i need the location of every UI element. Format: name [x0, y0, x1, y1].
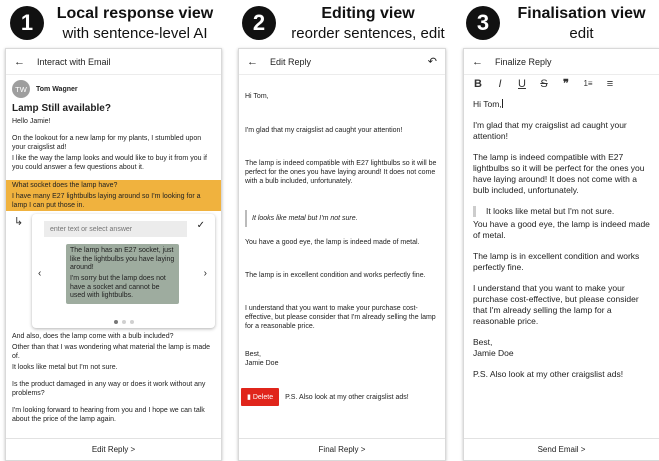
text-caret [501, 99, 503, 108]
reply-sentence[interactable]: P.S. Also look at my other craigslist ad… [285, 393, 409, 402]
email-sentence[interactable]: On the lookout for a new lamp for my pla… [12, 134, 215, 152]
sender-name: Tom Wagner [36, 85, 78, 93]
finalise-panel: ← Finalize Reply B I U S ❞ 1≡ ≡ Hi Tom, … [463, 48, 659, 461]
screen-title: Edit Reply [270, 56, 312, 67]
editor-signoff: Best, [473, 337, 493, 347]
email-body: TW Tom Wagner Lamp Still available? Hell… [6, 75, 221, 438]
back-arrow-icon[interactable]: ← [472, 56, 483, 68]
email-sentence[interactable]: And also, does the lamp come with a bulb… [12, 332, 215, 341]
suggested-answer[interactable]: The lamp has an E27 socket, just like th… [66, 244, 179, 276]
email-sentence[interactable]: Other than that I was wondering what mat… [12, 343, 215, 361]
step-title: Finalisation view [517, 5, 646, 22]
selected-sentence[interactable]: What socket does the lamp have? [6, 180, 221, 191]
carousel-dots [32, 320, 215, 324]
undo-icon[interactable]: ↶ [428, 55, 437, 68]
step-subtitle: reorder sentences, edit [291, 25, 445, 42]
step-1-header: 1 Local response view with sentence-leve… [10, 2, 225, 48]
reply-editor[interactable]: Hi Tom, I'm glad that my craigslist ad c… [464, 99, 659, 438]
reply-sentence[interactable]: You have a good eye, the lamp is indeed … [245, 238, 439, 247]
answer-widget: ↳ ✓ ‹ › The lamp has an E27 socket, just… [12, 214, 215, 328]
reply-sentence[interactable]: Best, [245, 350, 439, 359]
reply-sentences: Hi Tom, I'm glad that my craigslist ad c… [239, 75, 445, 438]
answer-card: ✓ ‹ › The lamp has an E27 socket, just l… [32, 214, 215, 328]
reply-sentence[interactable]: Jamie Doe [245, 359, 439, 368]
email-sentence[interactable]: I like the way the lamp looks and would … [12, 154, 215, 172]
quote-icon[interactable]: ❞ [560, 77, 572, 90]
step-number-badge: 2 [242, 6, 276, 40]
italic-icon[interactable]: I [494, 78, 506, 90]
editor-paragraph: P.S. Also look at my other craigslist ad… [473, 369, 624, 379]
delete-label: Delete [252, 393, 274, 401]
step-title: Editing view [321, 5, 415, 22]
editor-signature: Jamie Doe [473, 348, 514, 358]
reply-sentence[interactable]: I'm glad that my craigslist ad caught yo… [245, 126, 439, 135]
selected-sentence[interactable]: I have many E27 lightbulbs laying around… [6, 191, 221, 211]
carousel-dot[interactable] [121, 320, 126, 324]
step-number-badge: 1 [10, 6, 44, 40]
sender-row: TW Tom Wagner [12, 77, 215, 101]
reply-sentence[interactable]: The lamp is indeed compatible with E27 l… [245, 159, 439, 186]
email-sentence[interactable]: I'm looking forward to hearing from you … [12, 406, 215, 424]
back-arrow-icon[interactable]: ← [14, 56, 25, 68]
reply-sentence[interactable]: Hi Tom, [245, 92, 439, 101]
editor-paragraph: I understand that you want to make your … [473, 283, 639, 326]
strikethrough-icon[interactable]: S [538, 78, 550, 90]
bold-icon[interactable]: B [472, 78, 484, 90]
answer-input[interactable] [44, 221, 187, 237]
formatting-toolbar: B I U S ❞ 1≡ ≡ [472, 77, 616, 91]
final-reply-button[interactable]: Final Reply > [239, 438, 445, 460]
email-sentence[interactable]: It looks like metal but I'm not sure. [12, 363, 215, 372]
app-bar: ← Finalize Reply [464, 49, 659, 75]
editor-paragraph: I'm glad that my craigslist ad caught yo… [473, 120, 627, 141]
step-subtitle: edit [569, 25, 594, 42]
swipe-delete-row: ▮ Delete P.S. Also look at my other crai… [241, 388, 439, 406]
reply-sentence[interactable]: I understand that you want to make your … [245, 304, 439, 331]
edit-reply-button[interactable]: Edit Reply > [6, 438, 221, 460]
editor-greeting: Hi Tom, [473, 99, 503, 109]
chevron-right-icon[interactable]: › [204, 269, 207, 279]
suggested-answer[interactable]: I'm sorry but the lamp does not have a s… [66, 272, 179, 304]
reply-sentence[interactable]: The lamp is in excellent condition and w… [245, 271, 439, 280]
local-response-panel: ← Interact with Email TW Tom Wagner Lamp… [5, 48, 222, 461]
editing-panel: ← Edit Reply ↶ Hi Tom, I'm glad that my … [238, 48, 446, 461]
editor-paragraph: You have a good eye, the lamp is indeed … [473, 219, 650, 240]
trash-icon: ▮ [247, 393, 251, 401]
underline-icon[interactable]: U [516, 78, 528, 90]
step-title: Local response view [56, 5, 214, 22]
step-number-badge: 3 [466, 6, 500, 40]
screen-title: Finalize Reply [495, 56, 552, 67]
bullet-list-icon[interactable]: ≡ [604, 78, 616, 90]
app-bar: ← Interact with Email [6, 49, 221, 75]
editor-blockquote: It looks like metal but I'm not sure. [473, 206, 650, 217]
send-email-button[interactable]: Send Email > [464, 438, 659, 460]
email-sentence[interactable]: Is the product damaged in any way or doe… [12, 380, 215, 398]
step-3-header: 3 Finalisation view edit [466, 2, 659, 48]
back-arrow-icon[interactable]: ← [247, 56, 258, 68]
editor-paragraph: The lamp is in excellent condition and w… [473, 251, 640, 272]
carousel-dot[interactable] [129, 320, 134, 324]
step-2-header: 2 Editing view reorder sentences, edit [242, 2, 457, 48]
email-subject: Lamp Still available? [12, 103, 111, 114]
reply-arrow-icon: ↳ [14, 216, 24, 228]
confirm-check-icon[interactable]: ✓ [197, 221, 205, 231]
step-subtitle: with sentence-level AI [62, 25, 208, 42]
quoted-sentence[interactable]: It looks like metal but I'm not sure. [245, 210, 439, 227]
editor-paragraph: The lamp is indeed compatible with E27 l… [473, 152, 645, 195]
delete-button[interactable]: ▮ Delete [241, 388, 280, 406]
numbered-list-icon[interactable]: 1≡ [582, 79, 594, 88]
screen-title: Interact with Email [37, 56, 111, 67]
avatar: TW [12, 80, 30, 98]
carousel-dot-active[interactable] [113, 320, 118, 324]
app-bar: ← Edit Reply [239, 49, 445, 75]
chevron-left-icon[interactable]: ‹ [38, 269, 41, 279]
email-sentence[interactable]: Hello Jamie! [12, 117, 215, 126]
